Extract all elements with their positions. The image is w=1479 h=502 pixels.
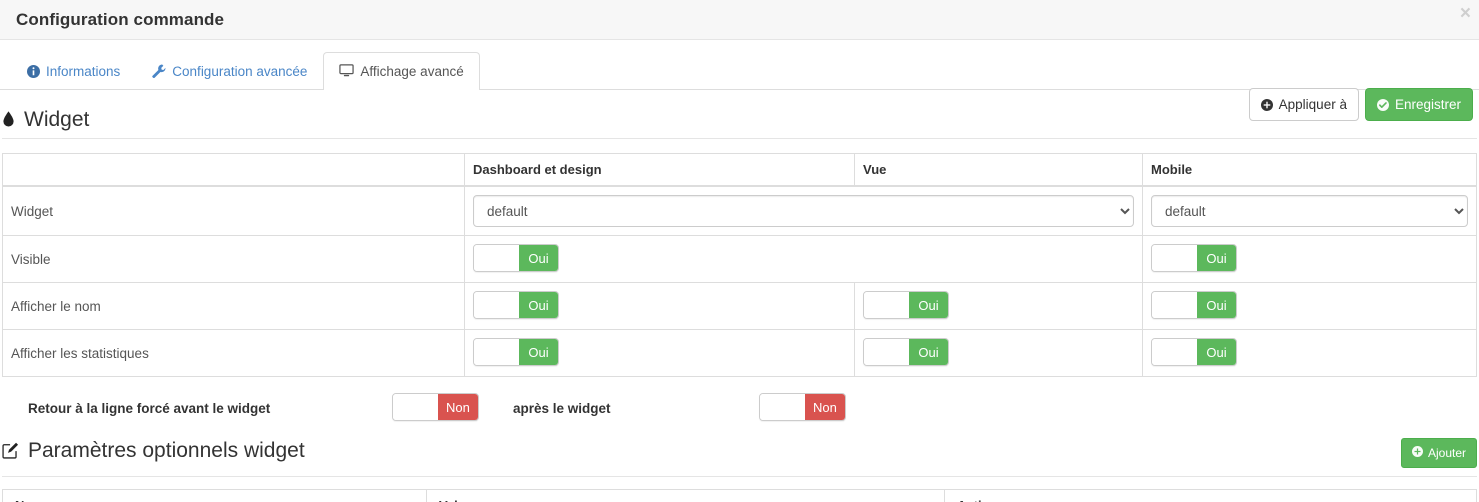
tint-icon	[2, 111, 15, 128]
show-name-dashboard-toggle[interactable]: Oui	[473, 291, 559, 320]
toggle-state-label: Oui	[909, 292, 948, 319]
toggle-state-label: Oui	[519, 292, 558, 319]
linebreak-after-toggle[interactable]: Non	[759, 393, 846, 422]
toggle-state-label: Oui	[909, 339, 948, 366]
cell-dashboard-switch: Oui	[464, 235, 1143, 284]
th-blank	[2, 153, 465, 188]
table-row: Visible Oui Oui	[2, 235, 1477, 284]
info-circle-icon	[27, 64, 40, 78]
toggle-state-label: Non	[805, 394, 845, 421]
toggle-handle	[760, 394, 805, 421]
tab-bar: Informations Configuration avancée Affic…	[0, 40, 1479, 90]
th-dashboard: Dashboard et design	[464, 153, 855, 188]
toggle-state-label: Oui	[519, 339, 558, 366]
row-label: Afficher les statistiques	[2, 329, 465, 378]
cell-vue-switch: Oui	[854, 329, 1143, 378]
table-row: Widget default default	[2, 185, 1477, 237]
widget-table: Dashboard et design Vue Mobile Widget de…	[2, 153, 1477, 378]
toggle-handle	[474, 245, 519, 272]
row-label: Afficher le nom	[2, 282, 465, 331]
linebreak-before-label: Retour à la ligne forcé avant le widget	[28, 400, 271, 416]
row-label: Widget	[2, 185, 465, 237]
toggle-state-label: Non	[438, 394, 478, 421]
modal-header: Configuration commande ×	[0, 0, 1479, 40]
toggle-state-label: Oui	[519, 245, 558, 272]
check-circle-icon	[1376, 98, 1389, 111]
apply-to-label: Appliquer à	[1278, 97, 1347, 112]
params-section-title: Paramètres optionnels widget	[28, 439, 305, 463]
header-actions: Appliquer à Enregistrer	[1248, 88, 1473, 122]
show-stats-mobile-toggle[interactable]: Oui	[1151, 338, 1237, 367]
toggle-handle	[474, 339, 519, 366]
toggle-handle	[864, 292, 909, 319]
tab-label: Configuration avancée	[172, 63, 308, 79]
page-title: Configuration commande	[16, 9, 225, 29]
cell-mobile-switch: Oui	[1142, 282, 1477, 331]
toggle-handle	[1152, 339, 1197, 366]
toggle-handle	[393, 394, 438, 421]
plus-circle-icon	[1260, 98, 1273, 111]
save-button[interactable]: Enregistrer	[1364, 88, 1473, 122]
toggle-handle	[1152, 245, 1197, 272]
add-param-button[interactable]: Ajouter	[1400, 438, 1477, 469]
params-section-header: Paramètres optionnels widget Ajouter	[2, 438, 1477, 478]
row-label: Visible	[2, 235, 465, 284]
table-header-row: Dashboard et design Vue Mobile	[2, 153, 1477, 188]
toggle-handle	[1152, 292, 1197, 319]
linebreak-after-switch-wrap: Non	[759, 393, 846, 423]
table-row: Afficher le nom Oui Oui Oui	[2, 282, 1477, 331]
th-valeur: Valeur	[426, 489, 945, 502]
wrench-icon	[152, 64, 166, 79]
cell-mobile-select: default	[1142, 185, 1477, 237]
toggle-state-label: Oui	[1197, 292, 1236, 319]
linebreak-row: Retour à la ligne forcé avant le widget …	[2, 393, 1477, 423]
modal-body: Informations Configuration avancée Affic…	[0, 40, 1479, 502]
visible-dashboard-toggle[interactable]: Oui	[473, 244, 559, 273]
widget-section-title: Widget	[24, 108, 90, 131]
params-section-legend: Paramètres optionnels widget	[2, 438, 305, 463]
toggle-handle	[864, 339, 909, 366]
tab-label: Affichage avancé	[360, 63, 464, 79]
cell-mobile-switch: Oui	[1142, 235, 1477, 284]
th-action: Action	[944, 489, 1477, 502]
th-vue: Vue	[854, 153, 1143, 188]
apply-to-button[interactable]: Appliquer à	[1248, 88, 1359, 122]
close-icon[interactable]: ×	[1460, 4, 1471, 23]
visible-mobile-toggle[interactable]: Oui	[1151, 244, 1237, 273]
add-param-label: Ajouter	[1427, 446, 1466, 461]
desktop-icon	[339, 64, 355, 78]
th-nom: Nom	[2, 489, 427, 502]
cell-dashboard-switch: Oui	[464, 282, 855, 331]
tab-label: Informations	[46, 63, 121, 79]
linebreak-after-label: après le widget	[513, 400, 611, 416]
plus-circle-icon	[1411, 444, 1423, 462]
tab-informations[interactable]: Informations	[11, 52, 136, 90]
table-row: Afficher les statistiques Oui Oui Oui	[2, 329, 1477, 378]
save-label: Enregistrer	[1394, 97, 1461, 112]
widget-dashboard-select[interactable]: default	[473, 195, 1134, 228]
pencil-square-icon	[2, 442, 19, 459]
tab-configuration-avancee[interactable]: Configuration avancée	[136, 52, 323, 90]
toggle-state-label: Oui	[1197, 339, 1236, 366]
toggle-state-label: Oui	[1197, 245, 1236, 272]
tabs-wrapper: Informations Configuration avancée Affic…	[0, 40, 1479, 122]
cell-dashboard-switch: Oui	[464, 329, 855, 378]
show-stats-dashboard-toggle[interactable]: Oui	[473, 338, 559, 367]
show-name-vue-toggle[interactable]: Oui	[863, 291, 949, 320]
linebreak-before-switch-wrap: Non	[392, 393, 513, 423]
params-table: Nom Valeur Action	[2, 489, 1477, 502]
widget-mobile-select[interactable]: default	[1151, 195, 1468, 228]
cell-vue-switch: Oui	[854, 282, 1143, 331]
table-header-row: Nom Valeur Action	[2, 489, 1477, 502]
tab-affichage-avance[interactable]: Affichage avancé	[323, 51, 480, 90]
show-stats-vue-toggle[interactable]: Oui	[863, 338, 949, 367]
toggle-handle	[474, 292, 519, 319]
cell-mobile-switch: Oui	[1142, 329, 1477, 378]
th-mobile: Mobile	[1142, 153, 1477, 188]
linebreak-before-toggle[interactable]: Non	[392, 393, 479, 422]
cell-dashboard-select: default	[464, 185, 1143, 237]
show-name-mobile-toggle[interactable]: Oui	[1151, 291, 1237, 320]
